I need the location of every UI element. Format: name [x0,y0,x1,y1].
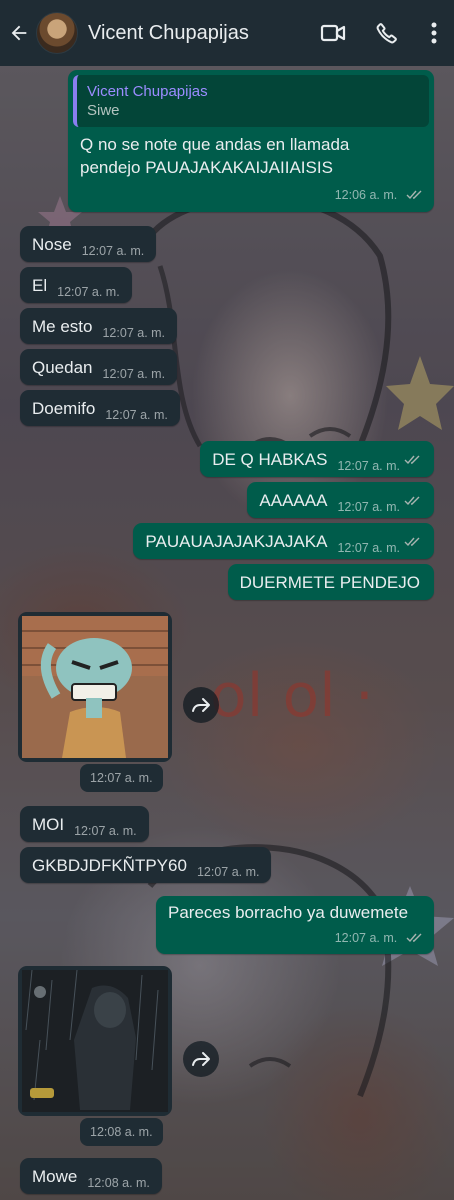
image-time: 12:07 a. m. [80,764,163,792]
message-time: 12:07 a. m. [81,244,145,258]
message-time: 12:07 a. m. [334,931,398,946]
message-incoming[interactable]: GKBDJDFKÑTPY60 12:07 a. m. [20,847,272,883]
message-text: Doemifo [32,399,96,418]
message-incoming[interactable]: Nose 12:07 a. m. [20,226,157,262]
message-text: DE Q HABKAS [212,450,328,469]
message-time: 12:07 a. m. [196,865,260,879]
image-message[interactable] [18,966,172,1116]
back-arrow-icon[interactable] [2,0,36,66]
message-incoming[interactable]: MOI 12:07 a. m. [20,806,149,842]
message-time: 12:07 a. m. [74,824,137,838]
message-time: 12:06 a. m. [334,188,398,203]
message-time: 12:07 a. m. [102,367,166,381]
message-outgoing[interactable]: PAUAUAJAJAKJAJAKA 12:07 a. m. [133,523,434,559]
message-text: GKBDJDFKÑTPY60 [32,856,187,875]
quoted-reply[interactable]: Vicent Chupapijas Siwe [73,75,429,127]
message-text: PAUAUAJAJAKJAJAKA [145,532,328,551]
message-time: 12:07 a. m. [105,408,168,422]
message-outgoing[interactable]: DE Q HABKAS 12:07 a. m. [200,441,434,477]
message-list[interactable]: Vicent Chupapijas Siwe Q no se note que … [0,66,454,1200]
message-text: Mowe [32,1167,78,1186]
forward-icon[interactable] [183,687,219,723]
message-time: 12:07 a. m. [337,541,400,555]
message-time: 12:07 a. m. [337,500,400,514]
double-check-icon [404,531,422,553]
reply-author: Vicent Chupapijas [87,83,208,100]
message-outgoing[interactable]: Pareces borracho ya duwemete 12:07 a. m. [156,896,434,954]
forward-icon[interactable] [183,1041,219,1077]
message-time: 12:07 a. m. [337,459,400,473]
message-text: Q no se note que andas en llamada [80,135,350,154]
video-call-icon[interactable] [306,0,360,66]
photo-image[interactable] [22,969,168,1112]
message-text: Me esto [32,317,93,336]
message-incoming[interactable]: El 12:07 a. m. [20,267,132,303]
message-text: AAAAAA [259,491,328,510]
double-check-icon [406,927,424,949]
message-time: 12:07 a. m. [102,326,166,340]
image-message[interactable] [18,612,172,762]
message-text: El [32,276,48,295]
contact-name[interactable]: Vicent Chupapijas [88,22,306,45]
image-time: 12:08 a. m. [80,1118,163,1146]
message-incoming[interactable]: Doemifo 12:07 a. m. [20,390,180,426]
message-text: MOI [32,815,65,834]
message-incoming[interactable]: Mowe 12:08 a. m. [20,1158,162,1194]
contact-avatar[interactable] [36,12,78,54]
double-check-icon [404,449,422,471]
message-text: Nose [32,235,72,254]
message-outgoing[interactable]: AAAAAA 12:07 a. m. [247,482,434,518]
message-time: 12:07 a. m. [57,285,120,299]
phone-icon[interactable] [360,0,414,66]
sticker-image[interactable] [22,616,168,758]
more-vert-icon[interactable] [414,0,454,66]
message-text: DUERMETE PENDEJO [239,573,420,592]
reply-text: Siwe [87,102,120,119]
chat-header: Vicent Chupapijas [0,0,454,66]
message-incoming[interactable]: Me esto 12:07 a. m. [20,308,178,344]
message-outgoing[interactable]: DUERMETE PENDEJO [227,564,434,600]
message-incoming[interactable]: Quedan 12:07 a. m. [20,349,178,385]
message-time: 12:08 a. m. [87,1176,150,1190]
double-check-icon [404,490,422,512]
message-text: pendejo PAUAJAKAKAIJAIIAISIS [80,158,333,177]
double-check-icon [406,184,424,206]
message-text: Pareces borracho ya duwemete [168,903,409,922]
message-outgoing[interactable]: Vicent Chupapijas Siwe Q no se note que … [68,70,434,212]
message-text: Quedan [32,358,93,377]
